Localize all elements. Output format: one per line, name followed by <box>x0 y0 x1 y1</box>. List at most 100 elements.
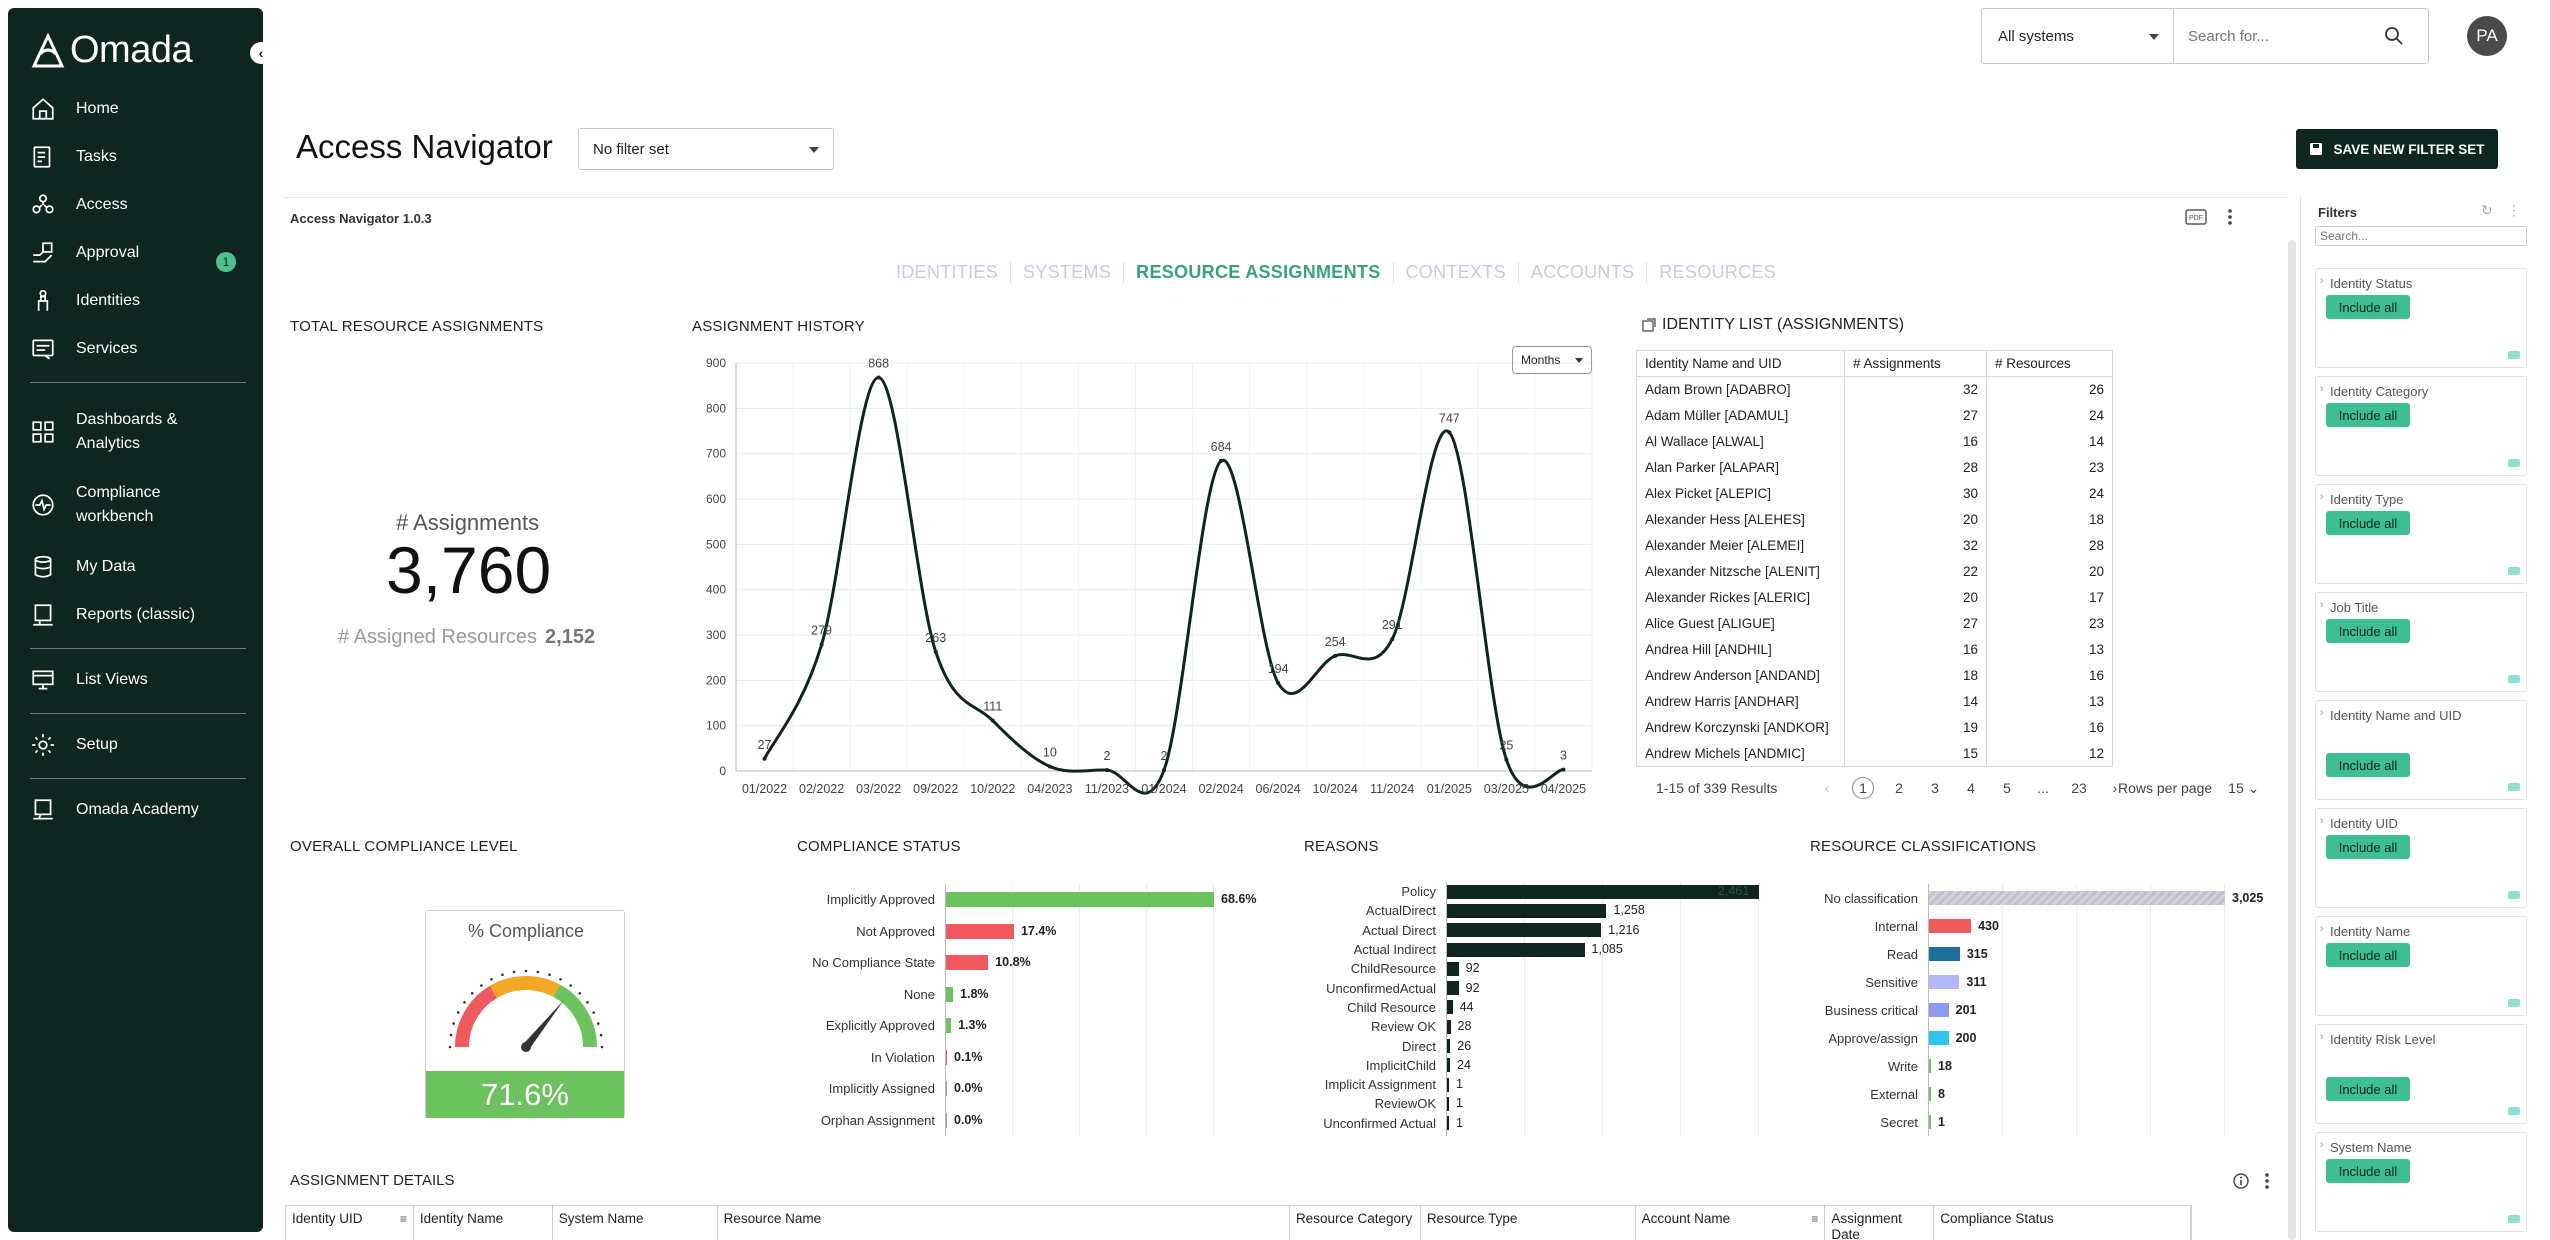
bar-row[interactable]: Business critical 201 <box>1808 996 2278 1024</box>
column-header[interactable]: Account Name ≡ <box>1636 1206 1826 1240</box>
tab-accounts[interactable]: ACCOUNTS <box>1517 262 1646 283</box>
table-row[interactable]: Andrew Michels [ANDMIC] 15 12 <box>1636 740 2113 767</box>
filter-toggle-icon[interactable] <box>2508 891 2520 899</box>
data-point[interactable] <box>1276 681 1281 686</box>
column-header[interactable]: # Resources <box>1986 350 2113 377</box>
filter-toggle-icon[interactable] <box>2508 351 2520 359</box>
bar[interactable] <box>946 923 1014 939</box>
chevron-right-icon[interactable]: › <box>2320 383 2324 395</box>
chevron-right-icon[interactable]: › <box>2320 1031 2324 1043</box>
table-row[interactable]: Alexander Hess [ALEHES] 20 18 <box>1636 506 2113 533</box>
bar[interactable] <box>1929 1003 1949 1017</box>
more-options-icon[interactable]: ⋮ <box>2507 202 2521 219</box>
column-header[interactable]: Resource Category <box>1290 1206 1421 1240</box>
bar[interactable] <box>1447 884 1759 899</box>
bar-row[interactable]: Secret 1 <box>1808 1108 2278 1136</box>
system-select[interactable]: All systems <box>1981 8 2174 64</box>
bar-row[interactable]: Sensitive 311 <box>1808 968 2278 996</box>
bar[interactable] <box>946 1112 947 1128</box>
page-button[interactable]: 4 <box>1960 780 1982 796</box>
tab-contexts[interactable]: CONTEXTS <box>1392 262 1518 283</box>
page-button[interactable]: ... <box>2032 780 2054 796</box>
table-row[interactable]: Andrew Korczynski [ANDKOR] 19 16 <box>1636 714 2113 741</box>
column-header[interactable]: System Name <box>553 1206 718 1240</box>
search-icon[interactable] <box>2384 26 2404 50</box>
column-header[interactable]: Compliance Status <box>1934 1206 2192 1240</box>
sidebar-item-mydata[interactable]: My Data <box>30 554 136 580</box>
data-point[interactable] <box>1219 458 1224 463</box>
data-point[interactable] <box>933 649 938 654</box>
more-options-icon[interactable] <box>2264 1172 2270 1190</box>
bar-row[interactable]: No classification 3,025 <box>1808 884 2278 912</box>
include-all-button[interactable]: Include all <box>2326 511 2410 535</box>
search-input[interactable] <box>2188 27 2368 45</box>
sidebar-item-identities[interactable]: Identities <box>30 288 140 314</box>
sidebar-item-reports[interactable]: Reports (classic) <box>30 602 195 628</box>
rows-per-page-select[interactable]: 15 ⌄ <box>2228 780 2259 797</box>
data-point[interactable] <box>819 642 824 647</box>
sidebar-item-access[interactable]: Access <box>30 192 128 218</box>
page-button[interactable]: 23 <box>2068 780 2090 796</box>
bar[interactable] <box>1929 1087 1931 1101</box>
tab-identities[interactable]: IDENTITIES <box>896 262 1010 283</box>
bar[interactable] <box>1929 891 2225 905</box>
bar[interactable] <box>946 955 989 971</box>
bar[interactable] <box>1929 1031 1949 1045</box>
bar[interactable] <box>1447 1116 1449 1131</box>
sidebar-item-tasks[interactable]: Tasks <box>30 144 117 170</box>
bar[interactable] <box>946 1081 947 1097</box>
bar-row[interactable]: Write 18 <box>1808 1052 2278 1080</box>
bar[interactable] <box>1929 947 1960 961</box>
page-button[interactable]: 3 <box>1924 780 1946 796</box>
bar[interactable] <box>1447 981 1459 996</box>
include-all-button[interactable]: Include all <box>2326 403 2410 427</box>
avatar[interactable]: PA <box>2467 16 2507 56</box>
save-filter-set-button[interactable]: SAVE NEW FILTER SET <box>2296 129 2498 169</box>
bar[interactable] <box>1929 1059 1931 1073</box>
bar[interactable] <box>1447 1058 1451 1073</box>
bar[interactable] <box>946 892 1214 908</box>
bar[interactable] <box>1447 903 1607 918</box>
bar[interactable] <box>946 1018 952 1034</box>
column-header[interactable]: Identity UID ≡ <box>286 1206 414 1240</box>
tab-resources[interactable]: RESOURCES <box>1646 262 1788 283</box>
table-row[interactable]: Alexander Nitzsche [ALENIT] 22 20 <box>1636 558 2113 585</box>
bar-row[interactable]: ChildResource 92 <box>1296 959 1766 978</box>
data-point[interactable] <box>1561 767 1566 772</box>
filter-toggle-icon[interactable] <box>2508 567 2520 575</box>
table-row[interactable]: Alice Guest [ALIGUE] 27 23 <box>1636 610 2113 637</box>
bar[interactable] <box>946 986 954 1002</box>
bar-row[interactable]: Explicitly Approved 1.3% <box>790 1010 1260 1042</box>
chevron-right-icon[interactable]: › <box>2320 275 2324 287</box>
bar-row[interactable]: ActualDirect 1,258 <box>1296 901 1766 920</box>
data-point[interactable] <box>1504 757 1509 762</box>
expand-icon[interactable] <box>1642 318 1656 332</box>
global-search[interactable] <box>2173 8 2429 64</box>
sidebar-item-services[interactable]: Services <box>30 336 137 362</box>
table-row[interactable]: Alan Parker [ALAPAR] 28 23 <box>1636 454 2113 481</box>
data-point[interactable] <box>990 718 995 723</box>
filter-toggle-icon[interactable] <box>2508 999 2520 1007</box>
granularity-select[interactable]: Months <box>1512 346 1592 374</box>
more-options-icon[interactable] <box>2227 208 2233 226</box>
table-row[interactable]: Adam Brown [ADABRO] 32 26 <box>1636 376 2113 403</box>
table-row[interactable]: Al Wallace [ALWAL] 16 14 <box>1636 428 2113 455</box>
filter-toggle-icon[interactable] <box>2508 1107 2520 1115</box>
filter-set-select[interactable]: No filter set <box>578 128 834 170</box>
tab-resource-assignments[interactable]: RESOURCE ASSIGNMENTS <box>1123 262 1392 283</box>
bar[interactable] <box>1447 961 1459 976</box>
filter-icon[interactable]: ≡ <box>1811 1211 1818 1227</box>
collapse-sidebar-button[interactable]: ‹ <box>250 42 272 64</box>
bar[interactable] <box>946 1049 947 1065</box>
chevron-right-icon[interactable]: › <box>2320 599 2324 611</box>
data-point[interactable] <box>1447 430 1452 435</box>
data-point[interactable] <box>1162 768 1166 773</box>
bar-row[interactable]: Actual Indirect 1,085 <box>1296 940 1766 959</box>
bar[interactable] <box>1447 1039 1451 1054</box>
table-row[interactable]: Alexander Rickes [ALERIC] 20 17 <box>1636 584 2113 611</box>
filter-icon[interactable]: ≡ <box>400 1211 407 1227</box>
table-row[interactable]: Adam Müller [ADAMUL] 27 24 <box>1636 402 2113 429</box>
bar[interactable] <box>1447 1000 1453 1015</box>
sidebar-item-setup[interactable]: Setup <box>30 732 118 758</box>
include-all-button[interactable]: Include all <box>2326 943 2410 967</box>
